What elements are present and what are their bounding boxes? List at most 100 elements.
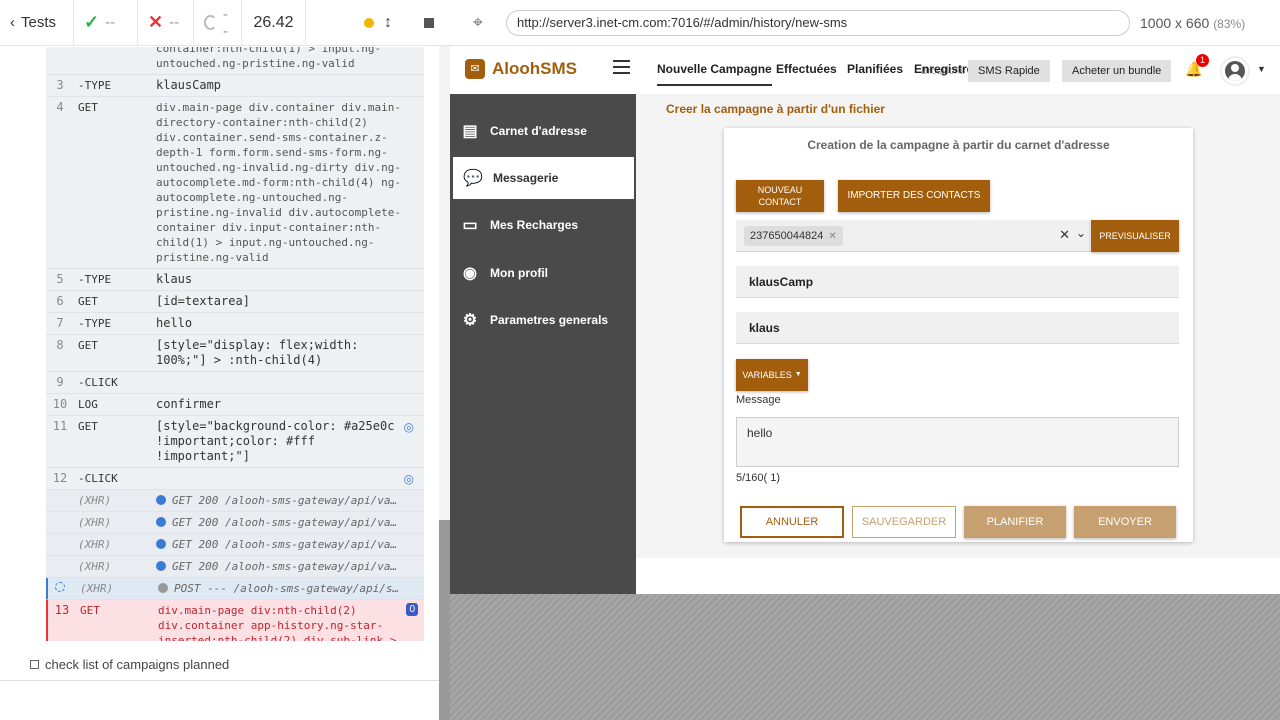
status-dot-icon [156, 539, 166, 549]
nav-planifiees[interactable]: Planifiées [847, 62, 903, 76]
scrollbar-thumb[interactable] [439, 520, 450, 720]
sidebar-item-carnet[interactable]: ▤ Carnet d'adresse [450, 110, 636, 152]
command-row[interactable]: container:nth-child(1) > input.ng-untouc… [46, 47, 424, 75]
app-logo[interactable]: AloohSMS [492, 59, 577, 79]
tests-button[interactable]: ‹ Tests [0, 0, 74, 46]
command-number [46, 537, 74, 552]
stop-button[interactable] [424, 17, 434, 28]
command-message [156, 471, 424, 486]
eye-slash-icon[interactable]: ◎ [404, 472, 414, 487]
command-message: hello [156, 316, 193, 330]
command-message: klaus [156, 272, 193, 286]
chevron-left-icon: ‹ [10, 14, 15, 31]
sms-rapide-button[interactable]: SMS Rapide [968, 60, 1050, 82]
page-title[interactable]: Creer la campagne à partir d'un fichier [666, 102, 885, 116]
variables-dropdown[interactable]: VARIABLES ▼ [736, 359, 808, 391]
xhr-row[interactable]: (XHR) POST --- /alooh-sms-gateway/api/s… [46, 578, 424, 600]
command-message: div.main-page div:nth-child(2) div.conta… [158, 604, 397, 641]
command-row[interactable]: 10 LOG confirmer [46, 394, 424, 416]
caret-down-icon: ▼ [794, 371, 802, 378]
nav-effectuees[interactable]: Effectuées [776, 62, 837, 76]
command-number [46, 47, 74, 71]
clear-icon[interactable]: ✕ [1059, 227, 1070, 243]
command-name: (XHR) [78, 538, 112, 551]
command-name: -TYPE [78, 79, 112, 92]
url-bar: ⌖ http://server3.inet-cm.com:7016/#/admi… [450, 0, 1280, 46]
selector-playground-icon[interactable]: ⌖ [450, 12, 506, 33]
tests-label: Tests [21, 14, 57, 31]
xhr-row[interactable]: (XHR) GET 200 /alooh-sms-gateway/api/va… [46, 534, 424, 556]
command-number: 10 [52, 397, 68, 411]
auto-scroll-icon[interactable]: ↕ [384, 14, 392, 32]
command-number [46, 515, 74, 530]
contact-chip: 237650044824 ✕ [744, 226, 843, 246]
command-name: -CLICK [78, 472, 118, 485]
remove-chip-icon[interactable]: ✕ [828, 231, 836, 242]
viewport-dimensions: 1000 x 660 [1140, 14, 1210, 31]
new-contact-button[interactable]: NOUVEAU CONTACT [736, 180, 824, 212]
sender-field[interactable]: klaus [736, 312, 1179, 344]
sidebar: ▤ Carnet d'adresse 💬 Messagerie ▭ Mes Re… [450, 94, 636, 594]
xhr-text: POST --- /alooh-sms-gateway/api/s… [174, 582, 400, 595]
command-row[interactable]: 11 GET [style="background-color: #a25e0c !… [46, 416, 424, 468]
save-button[interactable]: SAUVEGARDER [852, 506, 956, 538]
command-name: (XHR) [78, 494, 112, 507]
avatar[interactable] [1220, 56, 1250, 86]
campaign-name-field[interactable]: klausCamp [736, 266, 1179, 298]
cancel-button[interactable]: ANNULER [740, 506, 844, 538]
command-name: -TYPE [78, 273, 112, 286]
command-name: -TYPE [78, 317, 112, 330]
command-message: GET 200 /alooh-sms-gateway/api/va… [156, 493, 424, 508]
passed-value: -- [105, 14, 116, 31]
sidebar-item-label: Mon profil [490, 266, 548, 280]
sidebar-item-recharges[interactable]: ▭ Mes Recharges [450, 204, 636, 246]
import-contacts-button[interactable]: IMPORTER DES CONTACTS [838, 180, 990, 212]
eye-slash-icon[interactable]: ◎ [404, 420, 414, 435]
sidebar-item-messagerie[interactable]: 💬 Messagerie [453, 157, 634, 199]
command-message: confirmer [156, 397, 222, 411]
command-row[interactable]: 9 -CLICK [46, 372, 424, 394]
checkbox-icon[interactable] [30, 660, 39, 669]
preview-button[interactable]: PREVISUALISER [1091, 220, 1179, 252]
sidebar-item-profil[interactable]: ◉ Mon profil [450, 252, 636, 294]
sidebar-item-label: Messagerie [493, 171, 559, 185]
xhr-text: GET 200 /alooh-sms-gateway/api/va… [172, 538, 398, 551]
caret-down-icon[interactable]: ▼ [1257, 64, 1266, 74]
command-name: GET [78, 339, 98, 352]
test-checklist[interactable]: check list of campaigns planned [30, 657, 229, 672]
comments-icon: 💬 [463, 170, 483, 187]
xhr-row[interactable]: (XHR) GET 200 /alooh-sms-gateway/api/va… [46, 512, 424, 534]
command-row[interactable]: 5 -TYPE klaus [46, 269, 424, 291]
plan-button[interactable]: PLANIFIER [964, 506, 1066, 538]
chevron-down-icon[interactable]: ⌄ [1076, 226, 1086, 240]
menu-icon[interactable] [613, 60, 630, 78]
pending-circle-icon [204, 15, 217, 30]
address-book-icon: ▤ [462, 123, 478, 140]
command-row[interactable]: 7 -TYPE hello [46, 313, 424, 335]
user-icon [1225, 61, 1245, 81]
contacts-select[interactable]: 237650044824 ✕ ✕ ⌄ [736, 220, 1090, 252]
buy-bundle-button[interactable]: Acheter un bundle [1062, 60, 1172, 82]
failed-command-row[interactable]: 13 GET div.main-page div:nth-child(2) di… [46, 600, 424, 641]
send-button[interactable]: ENVOYER [1074, 506, 1176, 538]
command-number: 5 [56, 272, 64, 286]
alooh-sms-app: ✉ AloohSMS Nouvelle Campagne Effectuées … [450, 46, 1280, 594]
url-field[interactable]: http://server3.inet-cm.com:7016/#/admin/… [506, 9, 1130, 36]
sidebar-item-parametres[interactable]: ⚙ Parametres generals [450, 299, 636, 341]
command-message: container:nth-child(1) > input.ng-untouc… [156, 47, 382, 70]
command-row[interactable]: 8 GET [style="display: flex;width: 100%;"]… [46, 335, 424, 372]
nav-nouvelle-campagne[interactable]: Nouvelle Campagne [657, 62, 772, 86]
message-textarea[interactable]: hello [736, 417, 1179, 467]
command-name: GET [78, 295, 98, 308]
command-row[interactable]: 4 GET div.main-page div.container div.main… [46, 97, 424, 269]
command-row[interactable]: 3 -TYPE klausCamp [46, 75, 424, 97]
passed-count: ✓ -- [74, 0, 138, 46]
element-count-badge: 0 [406, 603, 418, 616]
xhr-row[interactable]: (XHR) GET 200 /alooh-sms-gateway/api/va… [46, 556, 424, 578]
command-row[interactable]: 12 -CLICK ◎ [46, 468, 424, 490]
xhr-row[interactable]: (XHR) GET 200 /alooh-sms-gateway/api/va… [46, 490, 424, 512]
command-number [46, 559, 74, 574]
failed-count: ✕ -- [138, 0, 194, 46]
command-row[interactable]: 6 GET [id=textarea] [46, 291, 424, 313]
command-log: container:nth-child(1) > input.ng-untouc… [46, 47, 424, 641]
